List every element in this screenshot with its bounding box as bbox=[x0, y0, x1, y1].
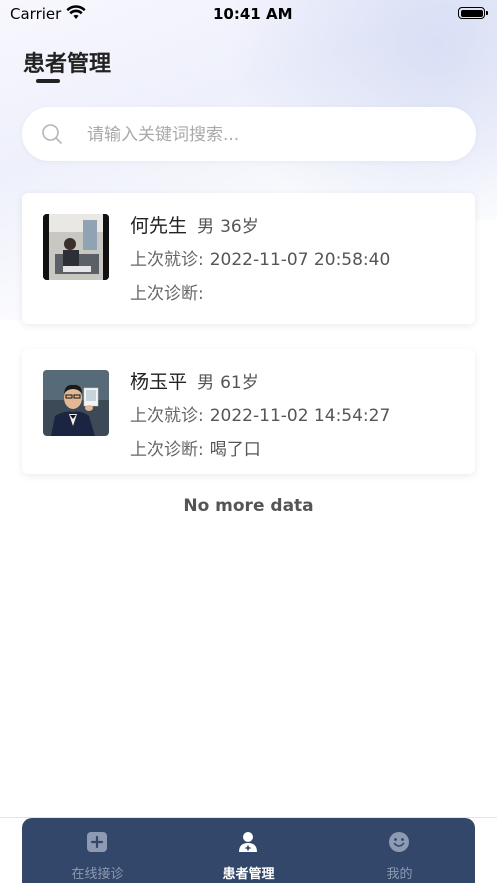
tab-patient-management[interactable]: 患者管理 bbox=[173, 818, 324, 883]
search-box[interactable] bbox=[22, 107, 476, 161]
last-visit-label: 上次就诊: bbox=[130, 406, 204, 426]
tab-label: 在线接诊 bbox=[71, 867, 124, 882]
last-diagnosis-value: 喝了口 bbox=[209, 440, 261, 460]
tab-label: 我的 bbox=[386, 867, 413, 882]
tab-online-consult[interactable]: 在线接诊 bbox=[22, 818, 173, 883]
tab-mine[interactable]: 我的 bbox=[324, 818, 475, 883]
carrier-label: Carrier bbox=[10, 5, 62, 23]
page-title: 患者管理 bbox=[23, 52, 112, 77]
patient-card[interactable]: 杨玉平 男 61岁 上次就诊: 2022-11-02 14:54:27 上次诊断:… bbox=[22, 349, 475, 474]
status-time: 10:41 AM bbox=[213, 5, 293, 23]
last-visit-row: 上次就诊: 2022-11-02 14:54:27 bbox=[130, 401, 390, 426]
list-end-message: No more data bbox=[183, 496, 314, 516]
smiley-icon bbox=[388, 831, 410, 853]
last-visit-row: 上次就诊: 2022-11-07 20:58:40 bbox=[130, 245, 390, 270]
patient-sex: 男 bbox=[197, 217, 215, 237]
status-bar: Carrier 10:41 AM bbox=[0, 0, 497, 28]
patient-name: 杨玉平 bbox=[130, 371, 188, 393]
wifi-icon bbox=[66, 5, 86, 24]
tab-label: 患者管理 bbox=[222, 867, 275, 882]
patient-avatar bbox=[43, 214, 109, 280]
last-diagnosis-row: 上次诊断: 喝了口 bbox=[130, 435, 261, 460]
search-icon bbox=[41, 123, 63, 149]
patient-card[interactable]: 何先生 男 36岁 上次就诊: 2022-11-07 20:58:40 上次诊断: bbox=[22, 193, 475, 324]
last-diagnosis-row: 上次诊断: bbox=[130, 279, 210, 304]
battery-icon bbox=[458, 7, 488, 19]
patient-age: 36岁 bbox=[220, 217, 259, 237]
search-input[interactable] bbox=[85, 117, 459, 153]
last-diagnosis-label: 上次诊断: bbox=[130, 440, 204, 460]
patient-age: 61岁 bbox=[220, 373, 259, 393]
patient-user-icon bbox=[237, 831, 259, 853]
title-underline bbox=[36, 79, 60, 83]
patient-avatar bbox=[43, 370, 109, 436]
patient-name-row: 杨玉平 男 61岁 bbox=[130, 367, 259, 394]
last-visit-value: 2022-11-07 20:58:40 bbox=[209, 250, 391, 270]
plus-square-icon bbox=[86, 831, 108, 853]
tab-bar: 在线接诊 患者管理 我的 bbox=[22, 818, 475, 883]
patient-list: 何先生 男 36岁 上次就诊: 2022-11-07 20:58:40 上次诊断: bbox=[22, 193, 475, 499]
patient-sex: 男 bbox=[197, 373, 215, 393]
patient-name-row: 何先生 男 36岁 bbox=[130, 211, 259, 238]
last-visit-value: 2022-11-02 14:54:27 bbox=[209, 406, 391, 426]
last-diagnosis-label: 上次诊断: bbox=[130, 284, 204, 304]
last-visit-label: 上次就诊: bbox=[130, 250, 204, 270]
patient-name: 何先生 bbox=[130, 215, 188, 237]
